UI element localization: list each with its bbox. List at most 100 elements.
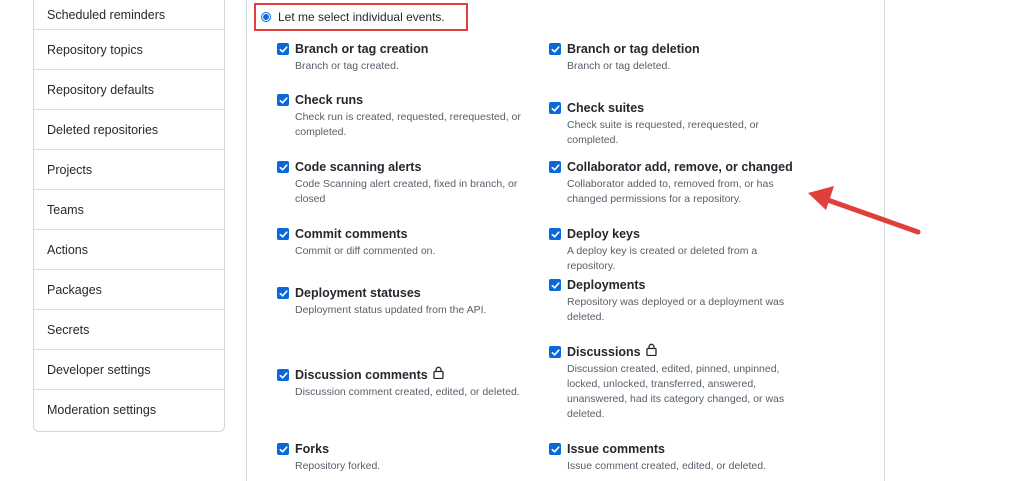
event-header[interactable]: Deployment statuses [277, 285, 527, 301]
settings-sidebar: Scheduled reminders Repository topics Re… [33, 0, 225, 432]
sidebar-item-packages[interactable]: Packages [34, 270, 224, 310]
event-header[interactable]: Branch or tag creation [277, 41, 527, 57]
event-description: Repository was deployed or a deployment … [567, 295, 799, 325]
event-header[interactable]: Collaborator add, remove, or changed [549, 159, 799, 175]
red-arrow-annotation [808, 186, 921, 235]
event-checkbox[interactable] [277, 94, 289, 106]
event-header[interactable]: Forks [277, 441, 527, 457]
event-header[interactable]: Discussions [549, 343, 799, 361]
event-branch-or-tag-deletion: Branch or tag deletion Branch or tag dele… [549, 41, 799, 74]
event-checkbox[interactable] [549, 43, 561, 55]
event-description-line: Branch or tag deleted. [567, 60, 671, 72]
event-title: Discussions [567, 345, 641, 359]
event-checkbox[interactable] [549, 228, 561, 240]
event-header[interactable]: Branch or tag deletion [549, 41, 799, 57]
event-description: Code Scanning alert created, fixed in br… [295, 177, 527, 207]
event-checkbox[interactable] [277, 161, 289, 173]
event-header[interactable]: Check runs [277, 92, 527, 108]
event-checkbox[interactable] [277, 369, 289, 381]
event-checkbox[interactable] [549, 443, 561, 455]
event-issue-comments: Issue comments Issue comment created, edi… [549, 441, 799, 474]
event-header[interactable]: Issue comments [549, 441, 799, 457]
event-title: Commit comments [295, 227, 408, 241]
event-description-line: deleted. [567, 311, 605, 323]
event-description: Repository forked. [295, 459, 527, 474]
event-description-line: unanswered, had its category changed, or… [567, 393, 785, 405]
event-checkbox[interactable] [277, 43, 289, 55]
sidebar-item-moderation-settings[interactable]: Moderation settings [34, 390, 224, 429]
event-checkbox[interactable] [549, 161, 561, 173]
event-description-line: closed [295, 193, 326, 205]
event-title: Check runs [295, 93, 364, 107]
event-title: Discussion comments [295, 368, 428, 382]
event-checkbox[interactable] [549, 279, 561, 291]
sidebar-item-actions[interactable]: Actions [34, 230, 224, 270]
event-header[interactable]: Check suites [549, 100, 799, 116]
event-description-line: Branch or tag created. [295, 60, 399, 72]
event-description-line: Issue comment created, edited, or delete… [567, 460, 767, 472]
event-header[interactable]: Deploy keys [549, 226, 799, 242]
event-title: Issue comments [567, 442, 665, 456]
sidebar-item-repository-topics[interactable]: Repository topics [34, 30, 224, 70]
sidebar-item-developer-settings[interactable]: Developer settings [34, 350, 224, 390]
event-description-line: Collaborator added to, removed from, or … [567, 178, 774, 190]
event-title: Deployment statuses [295, 286, 421, 300]
event-description: A deploy key is created or deleted from … [567, 244, 799, 274]
event-description-line: Discussion created, edited, pinned, unpi… [567, 363, 780, 375]
event-deploy-keys: Deploy keys A deploy key is created or de… [549, 226, 799, 274]
event-description-line: Repository was deployed or a deployment … [567, 296, 785, 308]
event-description: Deployment status updated from the API. [295, 303, 527, 318]
event-description: Discussion created, edited, pinned, unpi… [567, 362, 799, 422]
event-checkbox[interactable] [549, 102, 561, 114]
radio-selected-dot [263, 14, 269, 20]
event-description-line: Check run is created, requested, rereque… [295, 111, 521, 123]
event-collaborator-add-remove-or-changed: Collaborator add, remove, or changed Coll… [549, 159, 799, 207]
event-checkbox[interactable] [277, 228, 289, 240]
sidebar-item-scheduled-reminders[interactable]: Scheduled reminders [34, 0, 224, 30]
event-check-suites: Check suites Check suite is requested, re… [549, 100, 799, 148]
event-checkbox[interactable] [549, 346, 561, 358]
event-deployments: Deployments Repository was deployed or a … [549, 277, 799, 325]
event-check-runs: Check runs Check run is created, requeste… [277, 92, 527, 140]
event-checkbox[interactable] [277, 443, 289, 455]
event-checkbox[interactable] [277, 287, 289, 299]
event-header[interactable]: Deployments [549, 277, 799, 293]
event-description-line: Check suite is requested, rerequested, o… [567, 119, 760, 146]
sidebar-item-secrets[interactable]: Secrets [34, 310, 224, 350]
event-description-line: A deploy key is created or deleted from … [567, 245, 758, 272]
event-header[interactable]: Discussion comments [277, 366, 527, 384]
event-discussion-comments: Discussion comments Discussion comment cr… [277, 366, 527, 400]
event-commit-comments: Commit comments Commit or diff commented … [277, 226, 527, 259]
event-description-line: locked, unlocked, transferred, answered, [567, 378, 757, 390]
event-description: Collaborator added to, removed from, or … [567, 177, 799, 207]
event-title: Branch or tag deletion [567, 42, 700, 56]
lock-icon [645, 343, 657, 361]
sidebar-item-repository-defaults[interactable]: Repository defaults [34, 70, 224, 110]
sidebar-item-projects[interactable]: Projects [34, 150, 224, 190]
individual-events-radio[interactable] [261, 12, 271, 22]
event-deployment-statuses: Deployment statuses Deployment status upd… [277, 285, 527, 318]
event-description-line: Deployment status updated from the API. [295, 304, 487, 316]
event-code-scanning-alerts: Code scanning alerts Code Scanning alert … [277, 159, 527, 207]
event-description-line: Code Scanning alert created, fixed in br… [295, 178, 518, 190]
lock-icon [433, 366, 444, 384]
event-description: Branch or tag created. [295, 59, 527, 74]
sidebar-item-teams[interactable]: Teams [34, 190, 224, 230]
event-description-line: Discussion comment created, edited, or d… [295, 386, 520, 398]
event-title: Deployments [567, 278, 646, 292]
event-description: Check run is created, requested, rereque… [295, 110, 527, 140]
event-description: Branch or tag deleted. [567, 59, 799, 74]
sidebar-item-deleted-repositories[interactable]: Deleted repositories [34, 110, 224, 150]
event-description: Issue comment created, edited, or delete… [567, 459, 799, 474]
event-forks: Forks Repository forked. [277, 441, 527, 474]
select-individual-events-option[interactable]: Let me select individual events. [254, 3, 468, 31]
event-header[interactable]: Code scanning alerts [277, 159, 527, 175]
event-description-line: Commit or diff commented on. [295, 245, 436, 257]
event-header[interactable]: Commit comments [277, 226, 527, 242]
event-description: Commit or diff commented on. [295, 244, 527, 259]
event-description: Discussion comment created, edited, or d… [295, 385, 527, 400]
event-title: Code scanning alerts [295, 160, 422, 174]
event-title: Check suites [567, 101, 645, 115]
event-title: Deploy keys [567, 227, 640, 241]
event-description-line: changed permissions for a repository. [567, 193, 742, 205]
